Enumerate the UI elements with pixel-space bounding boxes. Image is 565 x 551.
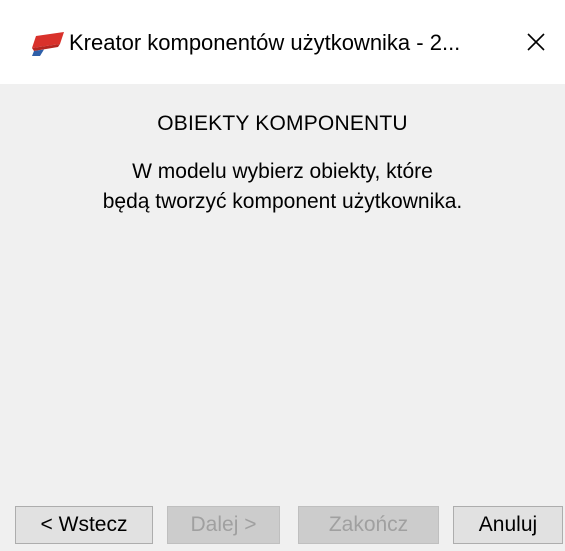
page-heading: OBIEKTY KOMPONENTU [157, 112, 408, 135]
component-wizard-icon [32, 32, 64, 56]
next-button[interactable]: Dalej > [167, 506, 280, 544]
instruction-line-2: będą tworzyć komponent użytkownika. [102, 190, 463, 213]
instruction-text: W modelu wybierz obiekty, które będą two… [0, 157, 565, 217]
window-title: Kreator komponentów użytkownika - 2... [69, 30, 461, 55]
cancel-button[interactable]: Anuluj [453, 506, 563, 544]
back-button[interactable]: < Wstecz [15, 506, 153, 544]
wizard-content: OBIEKTY KOMPONENTU W modelu wybierz obie… [0, 84, 565, 500]
title-bar[interactable]: Kreator komponentów użytkownika - 2... [0, 0, 565, 84]
instruction-line-1: W modelu wybierz obiekty, które [132, 160, 433, 183]
wizard-dialog: Kreator komponentów użytkownika - 2... O… [0, 0, 565, 551]
close-button[interactable] [507, 0, 565, 84]
close-icon [527, 33, 545, 51]
button-bar: < Wstecz Dalej > Zakończ Anuluj [0, 506, 565, 548]
finish-button[interactable]: Zakończ [298, 506, 439, 544]
